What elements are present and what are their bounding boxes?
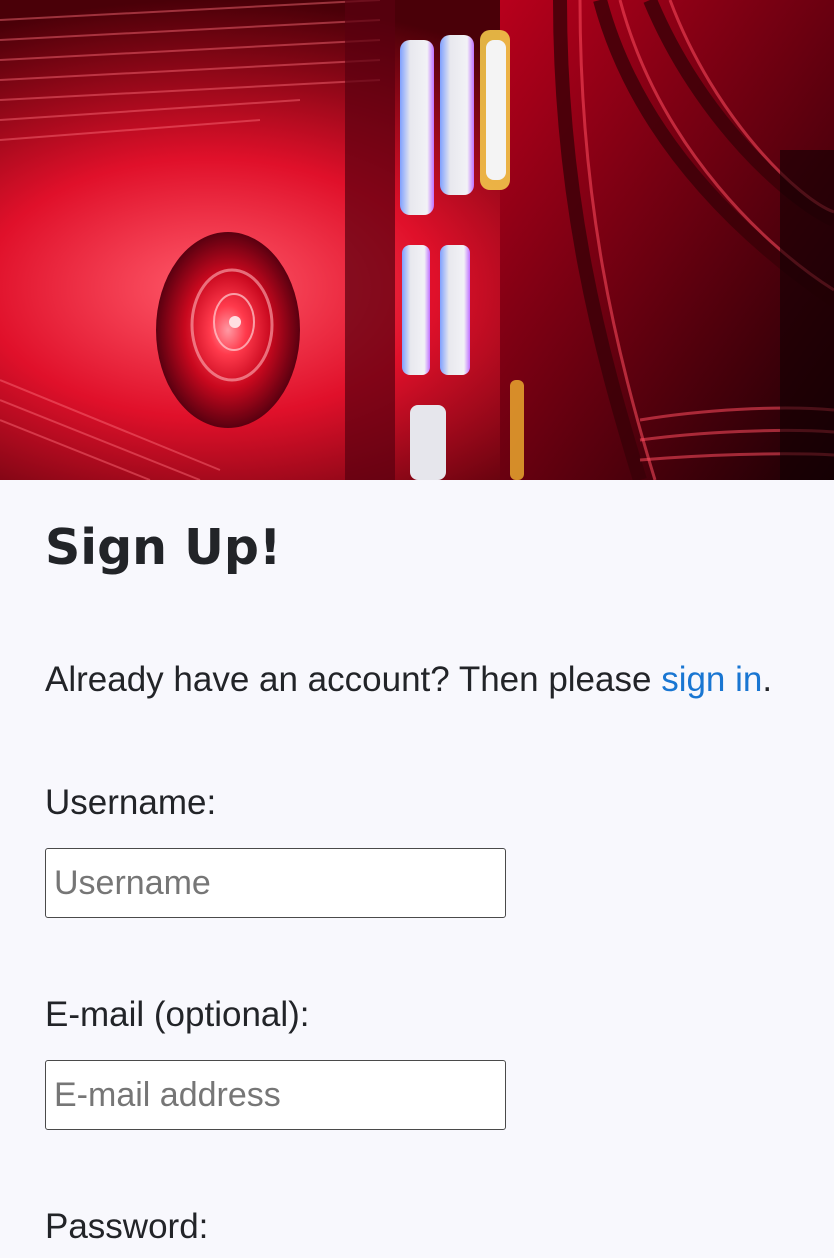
username-input[interactable] [45, 848, 506, 918]
hero-image [0, 0, 834, 480]
username-label: Username: [45, 783, 217, 822]
signin-prompt-period: . [762, 660, 773, 699]
signin-prompt: Already have an account? Then please sig… [45, 656, 772, 704]
email-label: E-mail (optional): [45, 995, 310, 1034]
email-input[interactable] [45, 1060, 506, 1130]
signin-link[interactable]: sign in [661, 660, 762, 699]
page-title: Sign Up! [45, 519, 282, 576]
signin-prompt-text: Already have an account? Then please [45, 660, 662, 699]
password-label: Password: [45, 1207, 209, 1246]
